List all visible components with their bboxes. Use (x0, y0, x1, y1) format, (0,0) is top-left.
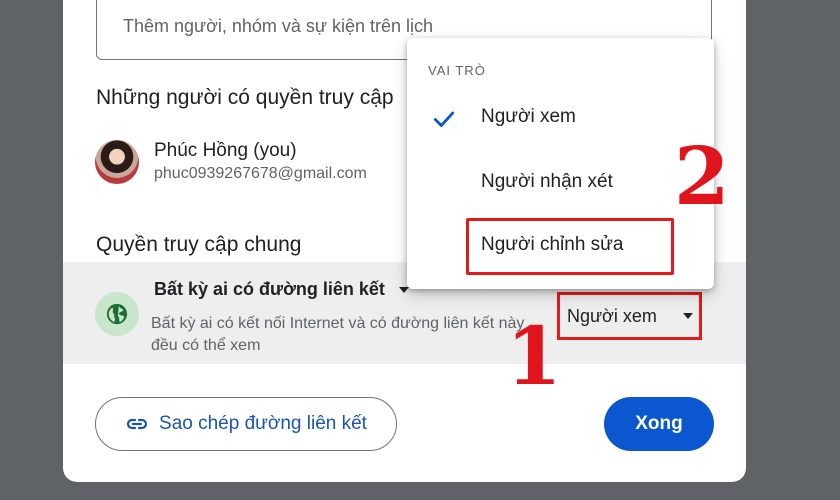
link-access-dropdown[interactable]: Bất kỳ ai có đường liên kết (154, 279, 409, 300)
copy-link-button[interactable]: Sao chép đường liên kết (95, 397, 397, 451)
add-people-input[interactable] (123, 16, 683, 37)
link-access-label: Bất kỳ ai có đường liên kết (154, 279, 385, 299)
people-with-access-heading: Những người có quyền truy cập (96, 86, 394, 109)
dropdown-arrow-icon (682, 313, 693, 319)
editor-highlight-box (466, 218, 674, 275)
globe-icon (95, 292, 139, 336)
step-2-annotation: 2 (674, 129, 730, 223)
role-dropdown[interactable]: Người xem (557, 292, 702, 340)
user-email: phuc0939267678@gmail.com (154, 165, 367, 182)
role-dropdown-value: Người xem (567, 305, 657, 326)
role-option-viewer[interactable]: Người xem (407, 94, 714, 144)
copy-link-label: Sao chép đường liên kết (159, 413, 367, 434)
avatar (95, 140, 139, 184)
general-access-heading: Quyền truy cập chung (96, 233, 302, 256)
check-icon (433, 111, 455, 127)
user-name: Phúc Hồng (you) (154, 140, 297, 161)
role-option-label: Người nhận xét (481, 171, 613, 192)
role-menu-header: VAI TRÒ (428, 63, 486, 78)
step-1-annotation: 1 (506, 309, 562, 403)
dropdown-arrow-icon (398, 286, 409, 293)
role-option-commenter[interactable]: Người nhận xét (407, 159, 714, 209)
done-button[interactable]: Xong (604, 397, 714, 451)
role-option-label: Người xem (481, 106, 576, 127)
link-icon (126, 418, 148, 430)
link-access-description: Bất kỳ ai có kết nối Internet và có đườn… (151, 315, 525, 354)
